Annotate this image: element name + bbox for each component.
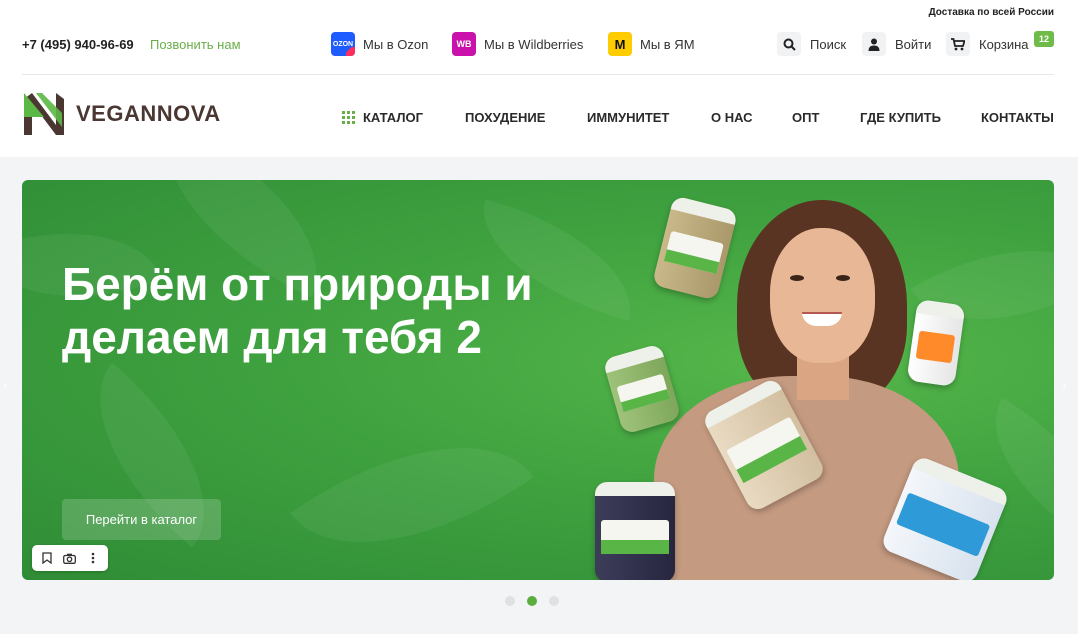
search-icon [777, 32, 801, 56]
callback-link[interactable]: Позвонить нам [150, 37, 241, 52]
slider-next-arrow-icon[interactable]: › [1062, 378, 1076, 392]
wildberries-link[interactable]: WB Мы в Wildberries [452, 32, 583, 56]
nav-catalog-label: КАТАЛОГ [363, 109, 423, 125]
model-eye [790, 275, 804, 281]
nav-catalog[interactable]: КАТАЛОГ [342, 108, 423, 126]
nav-contacts[interactable]: КОНТАКТЫ [981, 108, 1054, 126]
vegannova-logo-icon [24, 93, 64, 135]
nav-wholesale[interactable]: ОПТ [792, 108, 819, 126]
wildberries-label: Мы в Wildberries [484, 36, 584, 52]
header-divider [22, 74, 1054, 75]
product-jar [906, 299, 966, 387]
image-toolbar [32, 545, 108, 571]
yandex-market-logo-text: M [614, 36, 626, 52]
model-eye [836, 275, 850, 281]
wildberries-logo-text: WB [456, 39, 472, 49]
slider-dot-2[interactable] [527, 596, 537, 606]
brand-logo[interactable]: VEGANNOVA [22, 91, 221, 137]
search-button[interactable]: Поиск [777, 32, 846, 56]
cart-button[interactable]: Корзина 12 [946, 31, 1055, 56]
nav-pohudenie[interactable]: ПОХУДЕНИЕ [465, 108, 545, 126]
phone-number[interactable]: +7 (495) 940-96-69 [22, 37, 134, 52]
leaf-decoration [290, 386, 534, 580]
grid-icon [342, 110, 355, 124]
nav-where-to-buy[interactable]: ГДЕ КУПИТЬ [860, 108, 941, 126]
brand-name: VEGANNOVA [76, 101, 221, 126]
more-vertical-icon[interactable] [84, 549, 102, 567]
slider-prev-arrow-icon[interactable]: ‹ [3, 378, 17, 392]
user-icon [862, 32, 886, 56]
go-to-catalog-button[interactable]: Перейти в каталог [62, 499, 221, 540]
delivery-note: Доставка по всей России [928, 7, 1054, 18]
product-jar [595, 482, 675, 580]
ozon-logo-text: OZON [332, 40, 354, 48]
search-label: Поиск [810, 36, 847, 52]
hero-slider: Берём от природы и делаем для тебя 2 Пер… [22, 180, 1054, 580]
camera-icon[interactable] [61, 549, 79, 567]
yandex-market-logo-icon: M [608, 32, 632, 56]
cart-icon [946, 32, 970, 56]
ozon-logo-icon: OZON [331, 32, 355, 56]
cart-label: Корзина [979, 36, 1029, 52]
slider-pagination [505, 596, 559, 606]
login-label: Войти [895, 36, 932, 52]
slider-dot-1[interactable] [505, 596, 515, 606]
ozon-label: Мы в Ozon [363, 36, 429, 52]
product-jar [651, 195, 739, 301]
login-button[interactable]: Войти [862, 32, 931, 56]
model-face [770, 228, 875, 363]
nav-about[interactable]: О НАС [711, 108, 753, 126]
slider-dot-3[interactable] [549, 596, 559, 606]
yandex-market-link[interactable]: M Мы в ЯМ [608, 32, 695, 56]
yandex-market-label: Мы в ЯМ [640, 36, 695, 52]
wildberries-logo-icon: WB [452, 32, 476, 56]
nav-immunitet[interactable]: ИММУНИТЕТ [587, 108, 669, 126]
bookmark-icon[interactable] [38, 549, 56, 567]
hero-title: Берём от природы и делаем для тебя 2 [62, 258, 533, 363]
site-header: Доставка по всей России +7 (495) 940-96-… [0, 0, 1078, 157]
ozon-link[interactable]: OZON Мы в Ozon [331, 32, 428, 56]
cart-count-badge: 12 [1034, 31, 1055, 47]
